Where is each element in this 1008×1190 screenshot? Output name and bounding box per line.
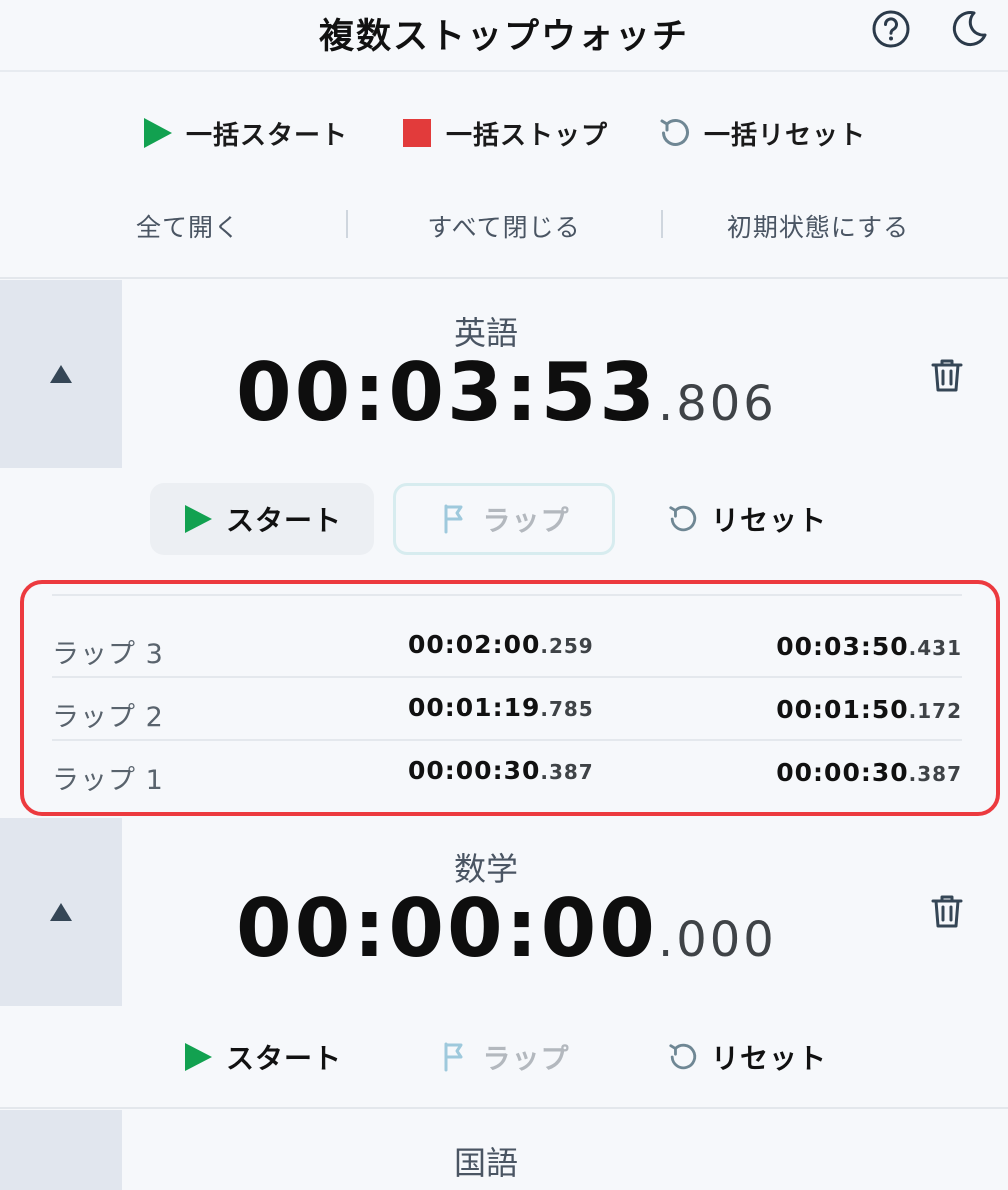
help-icon[interactable]	[870, 8, 912, 50]
bulk-reset-button[interactable]: 一括リセット	[658, 108, 866, 158]
reset-button[interactable]: リセット	[640, 1021, 854, 1093]
stopwatch-time: 00:00:00.000	[236, 882, 777, 975]
divider	[52, 594, 962, 596]
flag-icon	[438, 503, 470, 535]
divider	[52, 676, 962, 678]
lap-button[interactable]: ラップ	[393, 483, 615, 555]
divider	[52, 739, 962, 741]
divider	[661, 210, 663, 238]
play-icon	[182, 1041, 214, 1073]
triangle-up-icon	[50, 903, 72, 921]
bulk-start-button[interactable]: 一括スタート	[140, 108, 348, 158]
lap-list: ラップ 3 00:02:00.259 00:03:50.431 ラップ 2 00…	[20, 580, 1000, 816]
lap-row: ラップ 3 00:02:00.259 00:03:50.431	[52, 616, 962, 678]
lap-split-time: 00:00:30.387	[408, 756, 594, 785]
lap-row-label: ラップ 1	[52, 765, 164, 796]
lap-label: ラップ	[482, 1042, 570, 1075]
expand-all-button[interactable]: 全て開く	[40, 200, 336, 252]
lap-row-label: ラップ 2	[52, 702, 164, 733]
bulk-stop-button[interactable]: 一括ストップ	[400, 108, 608, 158]
time-main: 00:00:00	[236, 882, 658, 975]
trash-icon[interactable]	[928, 892, 966, 930]
stopwatch-card-japanese: 国語	[0, 1110, 1008, 1190]
reset-icon	[658, 116, 692, 150]
reset-icon	[667, 1041, 699, 1073]
start-button[interactable]: スタート	[150, 483, 374, 555]
trash-icon[interactable]	[928, 356, 966, 394]
moon-icon[interactable]	[948, 8, 990, 50]
start-label: スタート	[225, 504, 342, 537]
reset-label: リセット	[710, 1042, 827, 1075]
app-header: 複数ストップウォッチ	[0, 0, 1008, 72]
bulk-stop-label: 一括ストップ	[446, 120, 609, 151]
lap-row-label: ラップ 3	[52, 639, 164, 670]
reset-layout-button[interactable]: 初期状態にする	[668, 200, 968, 252]
start-button[interactable]: スタート	[150, 1021, 374, 1093]
stopwatch-name: 国語	[453, 1144, 518, 1182]
time-ms: .000	[657, 912, 777, 968]
bulk-start-label: 一括スタート	[186, 120, 349, 151]
reset-button[interactable]: リセット	[640, 483, 854, 555]
bulk-actions: 一括スタート 一括ストップ 一括リセット	[0, 108, 1008, 158]
lap-split-time: 00:02:00.259	[408, 630, 594, 659]
time-main: 00:03:53	[236, 346, 658, 439]
stopwatch-time: 00:03:53.806	[236, 346, 777, 439]
start-label: スタート	[225, 1042, 342, 1075]
play-icon	[140, 116, 174, 150]
view-controls: 全て開く すべて閉じる 初期状態にする	[0, 200, 1008, 252]
stopwatch-card-english: 英語 00:03:53.806 スタート ラップ リセット	[0, 280, 1008, 580]
collapse-all-button[interactable]: すべて閉じる	[356, 200, 652, 252]
lap-total-time: 00:01:50.172	[776, 695, 962, 724]
lap-total-time: 00:03:50.431	[776, 632, 962, 661]
lap-row: ラップ 1 00:00:30.387 00:00:30.387	[52, 742, 962, 804]
reset-icon	[667, 503, 699, 535]
collapse-toggle[interactable]	[0, 1110, 122, 1190]
divider	[346, 210, 348, 238]
lap-row: ラップ 2 00:01:19.785 00:01:50.172	[52, 679, 962, 741]
lap-total-time: 00:00:30.387	[776, 758, 962, 787]
triangle-up-icon	[50, 365, 72, 383]
stopwatch-card-math: 数学 00:00:00.000 スタート ラップ リセット	[0, 818, 1008, 1108]
app-title: 複数ストップウォッチ	[318, 17, 689, 57]
section-divider	[0, 277, 1008, 279]
lap-label: ラップ	[482, 504, 570, 537]
stop-icon	[400, 116, 434, 150]
lap-button[interactable]: ラップ	[393, 1021, 615, 1093]
reset-label: リセット	[710, 504, 827, 537]
play-icon	[182, 503, 214, 535]
time-ms: .806	[657, 376, 777, 432]
collapse-toggle[interactable]	[0, 280, 122, 468]
collapse-toggle[interactable]	[0, 818, 122, 1006]
lap-split-time: 00:01:19.785	[408, 693, 594, 722]
section-divider	[0, 1107, 1008, 1109]
flag-icon	[438, 1041, 470, 1073]
bulk-reset-label: 一括リセット	[704, 120, 867, 151]
